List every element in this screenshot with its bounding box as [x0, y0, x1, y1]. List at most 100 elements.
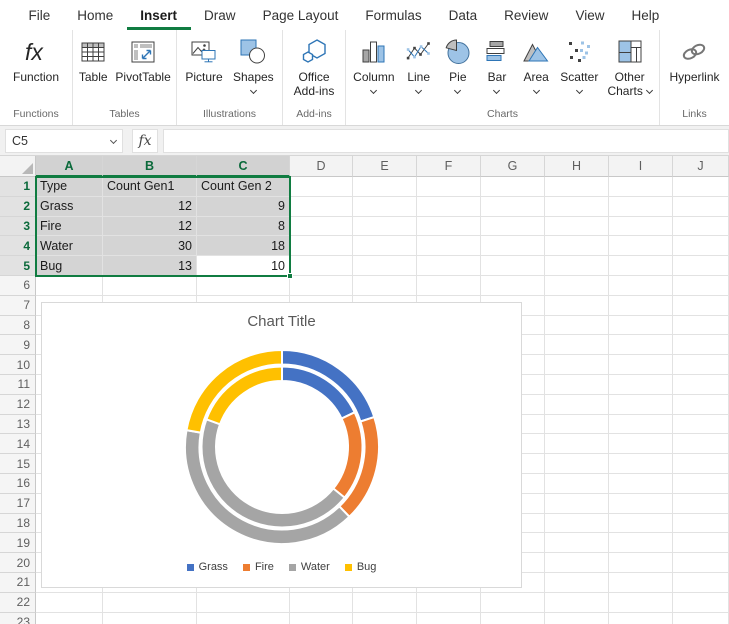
column-header-G[interactable]: G — [481, 156, 545, 177]
cell-B5[interactable]: 13 — [103, 256, 197, 276]
cell-E2[interactable] — [353, 197, 417, 217]
cell-J6[interactable] — [673, 276, 729, 296]
cell-J15[interactable] — [673, 454, 729, 474]
cell-E22[interactable] — [353, 593, 417, 613]
cell-H16[interactable] — [545, 474, 609, 494]
cell-B1[interactable]: Count Gen1 — [103, 177, 197, 197]
cell-I23[interactable] — [609, 613, 673, 624]
pivottable-button[interactable]: PivotTable — [113, 37, 172, 84]
cell-E5[interactable] — [353, 256, 417, 276]
cell-A22[interactable] — [36, 593, 103, 613]
cell-G23[interactable] — [481, 613, 545, 624]
chevron-down-icon[interactable] — [250, 87, 257, 94]
cell-J5[interactable] — [673, 256, 729, 276]
tab-file[interactable]: File — [15, 0, 64, 30]
cell-I16[interactable] — [609, 474, 673, 494]
row-header-22[interactable]: 22 — [0, 593, 36, 613]
cell-H12[interactable] — [545, 395, 609, 415]
cell-I5[interactable] — [609, 256, 673, 276]
cell-H14[interactable] — [545, 434, 609, 454]
cell-J13[interactable] — [673, 415, 729, 435]
row-header-2[interactable]: 2 — [0, 197, 36, 217]
cell-J7[interactable] — [673, 296, 729, 316]
cell-J12[interactable] — [673, 395, 729, 415]
tab-help[interactable]: Help — [618, 0, 673, 30]
column-header-E[interactable]: E — [353, 156, 417, 177]
cell-I7[interactable] — [609, 296, 673, 316]
row-header-18[interactable]: 18 — [0, 514, 36, 534]
cell-F3[interactable] — [417, 217, 481, 237]
cell-H17[interactable] — [545, 494, 609, 514]
cell-G5[interactable] — [481, 256, 545, 276]
cell-J9[interactable] — [673, 335, 729, 355]
cell-I10[interactable] — [609, 355, 673, 375]
cell-B3[interactable]: 12 — [103, 217, 197, 237]
cell-J4[interactable] — [673, 236, 729, 256]
cell-F5[interactable] — [417, 256, 481, 276]
cell-H4[interactable] — [545, 236, 609, 256]
chart-title[interactable]: Chart Title — [42, 313, 521, 330]
legend-item-grass[interactable]: Grass — [187, 561, 228, 573]
cell-H13[interactable] — [545, 415, 609, 435]
row-header-21[interactable]: 21 — [0, 573, 36, 593]
cell-C6[interactable] — [197, 276, 290, 296]
name-box[interactable]: C5 — [5, 129, 123, 153]
cell-J8[interactable] — [673, 316, 729, 336]
hyperlink-button[interactable]: Hyperlink — [667, 37, 721, 84]
cell-E3[interactable] — [353, 217, 417, 237]
cell-E1[interactable] — [353, 177, 417, 197]
row-header-19[interactable]: 19 — [0, 533, 36, 553]
chart-object[interactable]: Chart Title GrassFireWaterBug — [41, 302, 522, 588]
chevron-down-icon[interactable] — [110, 137, 117, 144]
cell-I21[interactable] — [609, 573, 673, 593]
tab-formulas[interactable]: Formulas — [352, 0, 435, 30]
cell-J18[interactable] — [673, 514, 729, 534]
row-header-15[interactable]: 15 — [0, 454, 36, 474]
cell-C23[interactable] — [197, 613, 290, 624]
tab-data[interactable]: Data — [435, 0, 491, 30]
cell-I6[interactable] — [609, 276, 673, 296]
cell-G6[interactable] — [481, 276, 545, 296]
cell-F1[interactable] — [417, 177, 481, 197]
cell-C4[interactable]: 18 — [197, 236, 290, 256]
cell-H23[interactable] — [545, 613, 609, 624]
cell-H8[interactable] — [545, 316, 609, 336]
cell-A4[interactable]: Water — [36, 236, 103, 256]
line-chart-button[interactable]: Line — [402, 37, 436, 93]
tab-page-layout[interactable]: Page Layout — [249, 0, 352, 30]
cell-J14[interactable] — [673, 434, 729, 454]
bar-chart-button[interactable]: Bar — [480, 37, 514, 93]
cell-C5[interactable]: 10 — [197, 256, 290, 276]
row-header-9[interactable]: 9 — [0, 335, 36, 355]
cell-H2[interactable] — [545, 197, 609, 217]
function-button[interactable]: fx Function — [11, 37, 61, 84]
formula-input[interactable] — [163, 129, 729, 153]
cell-J17[interactable] — [673, 494, 729, 514]
cell-H11[interactable] — [545, 375, 609, 395]
insert-function-button[interactable]: fx — [132, 129, 158, 153]
row-header-16[interactable]: 16 — [0, 474, 36, 494]
chevron-down-icon[interactable] — [370, 87, 377, 94]
cell-E6[interactable] — [353, 276, 417, 296]
tab-draw[interactable]: Draw — [191, 0, 250, 30]
cell-J10[interactable] — [673, 355, 729, 375]
cell-B23[interactable] — [103, 613, 197, 624]
chevron-down-icon[interactable] — [533, 87, 540, 94]
cell-B22[interactable] — [103, 593, 197, 613]
column-header-F[interactable]: F — [417, 156, 481, 177]
cell-J2[interactable] — [673, 197, 729, 217]
office-addins-button[interactable]: Office Add-ins — [292, 37, 337, 98]
row-header-3[interactable]: 3 — [0, 217, 36, 237]
cell-H1[interactable] — [545, 177, 609, 197]
cell-F23[interactable] — [417, 613, 481, 624]
cell-D22[interactable] — [290, 593, 353, 613]
cell-A5[interactable]: Bug — [36, 256, 103, 276]
row-header-14[interactable]: 14 — [0, 434, 36, 454]
column-chart-button[interactable]: Column — [351, 37, 396, 93]
row-header-4[interactable]: 4 — [0, 236, 36, 256]
chevron-down-icon[interactable] — [576, 87, 583, 94]
row-header-11[interactable]: 11 — [0, 375, 36, 395]
cell-J22[interactable] — [673, 593, 729, 613]
cell-H20[interactable] — [545, 553, 609, 573]
cell-D3[interactable] — [290, 217, 353, 237]
